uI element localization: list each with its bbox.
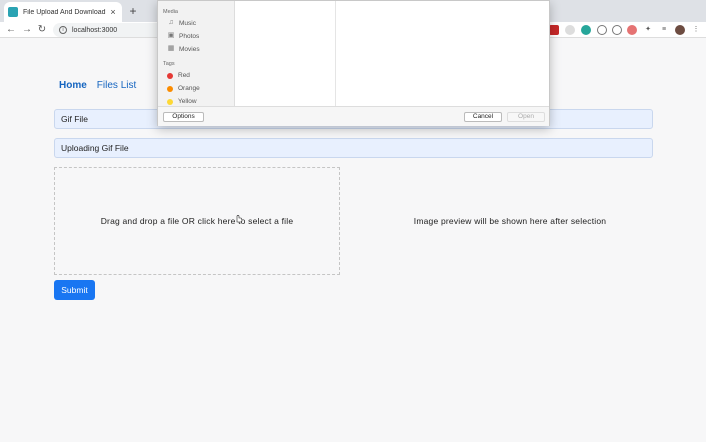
red-tag-icon (167, 72, 173, 79)
site-favicon-icon (8, 7, 18, 17)
sidebar-item-tag-yellow[interactable]: Yellow (167, 98, 197, 105)
media-heading: Media (163, 9, 178, 15)
file-browser-column[interactable] (235, 1, 336, 106)
description-input[interactable]: Uploading Gif File (54, 138, 653, 158)
url-text: localhost:3000 (72, 26, 118, 34)
reading-list-icon[interactable]: ≡ (659, 25, 669, 35)
tab-close-icon[interactable]: × (108, 7, 118, 17)
extension-icon[interactable] (612, 25, 622, 35)
nav-files-list[interactable]: Files List (97, 80, 136, 91)
sidebar-item-movies[interactable]: ▦ Movies (167, 45, 200, 53)
extension-icon[interactable] (627, 25, 637, 35)
sidebar-item-label: Music (179, 19, 196, 27)
cancel-button[interactable]: Cancel (464, 112, 502, 122)
sidebar-item-label: Red (178, 72, 190, 79)
extension-icon[interactable] (549, 25, 559, 35)
extension-icon[interactable] (565, 25, 575, 35)
preview-text: Image preview will be shown here after s… (413, 216, 607, 226)
extension-icon[interactable] (581, 25, 591, 35)
music-icon: ♫ (168, 19, 174, 26)
sidebar-item-label: Yellow (178, 98, 197, 105)
forward-button[interactable]: → (21, 23, 33, 37)
camera-icon: ▣ (167, 32, 175, 39)
file-open-dialog: Media ♫ Music ▣ Photos ▦ Movies Tags Red… (157, 0, 550, 126)
back-button[interactable]: ← (5, 23, 17, 37)
sidebar-item-label: Photos (179, 32, 200, 40)
new-tab-button[interactable]: + (126, 3, 140, 19)
menu-icon[interactable]: ⋮ (691, 25, 701, 35)
sidebar-item-photos[interactable]: ▣ Photos (167, 32, 200, 40)
sidebar-item-tag-red[interactable]: Red (167, 72, 190, 79)
yellow-tag-icon (167, 98, 173, 105)
file-dropzone[interactable]: Drag and drop a file OR click here to se… (54, 167, 340, 275)
puzzle-icon[interactable]: ✦ (643, 25, 653, 35)
main-nav: Home Files List (59, 80, 136, 91)
dropzone-text: Drag and drop a file OR click here to se… (100, 216, 294, 226)
reload-button[interactable]: ↻ (36, 23, 48, 37)
sidebar-item-label: Movies (179, 45, 200, 53)
tags-heading: Tags (163, 61, 175, 67)
site-info-icon[interactable]: i (59, 26, 67, 34)
extension-icon[interactable] (597, 25, 607, 35)
sidebar-item-tag-orange[interactable]: Orange (167, 85, 200, 92)
sidebar-item-label: Orange (178, 85, 200, 92)
open-button[interactable]: Open (507, 112, 545, 122)
image-preview: Image preview will be shown here after s… (370, 167, 650, 275)
hand-cursor-icon (236, 215, 243, 223)
options-button[interactable]: Options (163, 112, 204, 122)
submit-button[interactable]: Submit (54, 280, 95, 300)
browser-tab[interactable]: File Upload And Download × (4, 2, 122, 22)
orange-tag-icon (167, 85, 173, 92)
dialog-sidebar: Media ♫ Music ▣ Photos ▦ Movies Tags Red… (158, 1, 235, 106)
film-icon: ▦ (167, 45, 175, 52)
sidebar-item-music[interactable]: ♫ Music (167, 19, 196, 27)
dialog-footer: Options Cancel Open (158, 106, 549, 126)
tab-title: File Upload And Download (23, 8, 106, 16)
nav-home[interactable]: Home (59, 80, 87, 91)
avatar[interactable] (675, 25, 685, 35)
